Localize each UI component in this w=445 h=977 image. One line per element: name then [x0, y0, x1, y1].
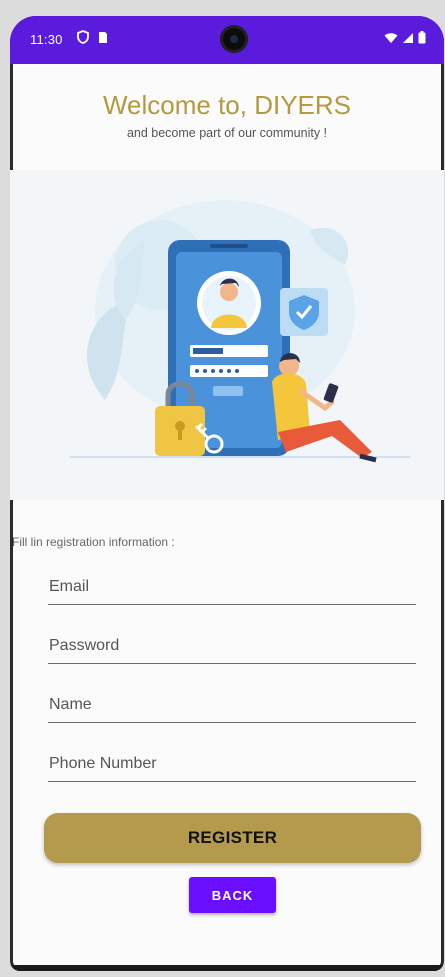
bottom-edge: [10, 965, 444, 971]
phone-number-field[interactable]: [48, 751, 418, 782]
phone-number-input[interactable]: [48, 755, 418, 773]
shield-icon: [76, 30, 90, 44]
page-subtitle: and become part of our community !: [126, 126, 328, 140]
front-camera: [220, 25, 248, 53]
page-title: Welcome to, DIYERS: [102, 90, 352, 120]
status-bar: 11:30: [10, 16, 444, 64]
status-time: 11:30: [30, 32, 63, 47]
wifi-icon: [384, 31, 398, 49]
battery-icon: [418, 31, 426, 49]
status-icons: [384, 31, 426, 49]
phone-screen: 11:30 Welcome to, DIYERS and become part…: [10, 16, 444, 971]
email-field[interactable]: [48, 574, 418, 605]
signal-icon: [402, 31, 414, 49]
sim-card-icon: [96, 30, 110, 44]
password-field[interactable]: [48, 633, 418, 664]
name-field[interactable]: [48, 692, 418, 723]
email-input[interactable]: [48, 578, 418, 596]
register-button[interactable]: REGISTER: [44, 813, 421, 863]
name-input[interactable]: [48, 696, 418, 714]
back-button[interactable]: BACK: [189, 877, 276, 913]
form-instructions: Fill lin registration information :: [12, 535, 175, 549]
password-input[interactable]: [48, 637, 418, 655]
registration-illustration: [10, 170, 444, 500]
